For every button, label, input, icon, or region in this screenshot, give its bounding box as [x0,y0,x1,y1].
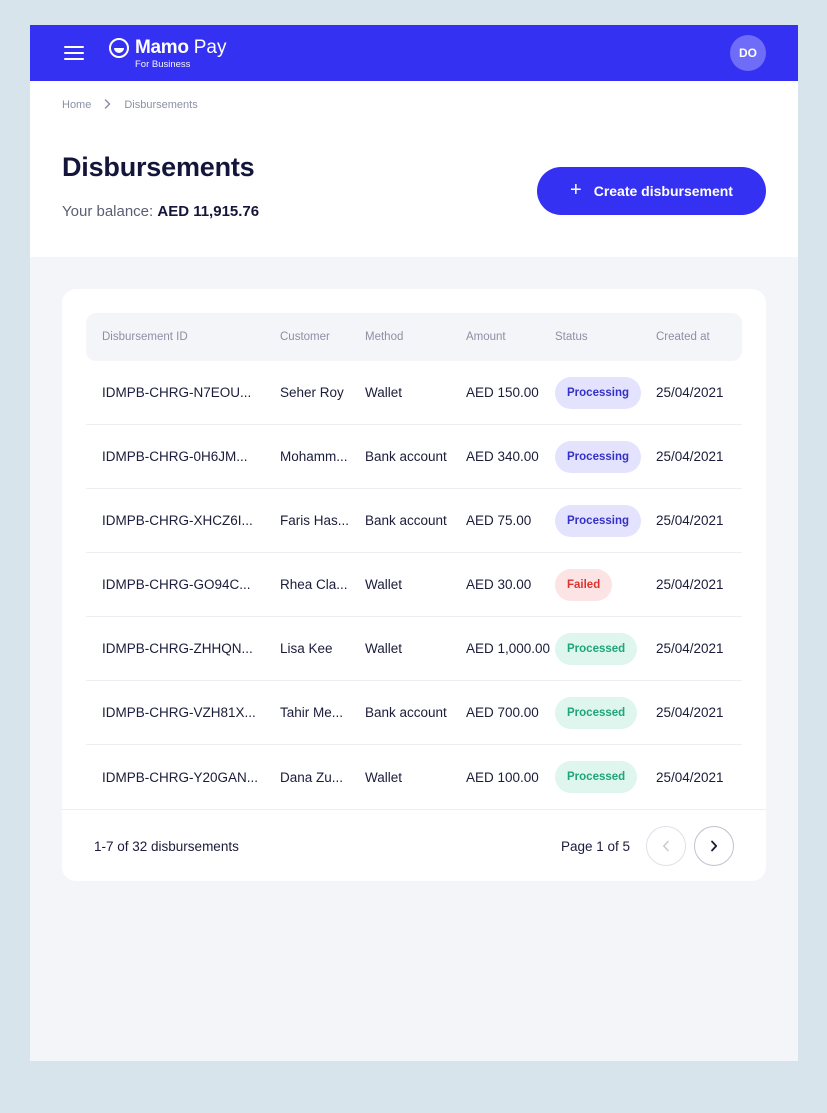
chevron-right-icon [104,97,111,112]
disbursement-id: IDMPB-CHRG-XHCZ6I... [102,513,253,528]
created-date: 25/04/2021 [656,449,724,464]
disbursement-id: IDMPB-CHRG-ZHHQN... [102,641,253,656]
payment-method: Wallet [365,641,403,656]
table-row[interactable]: IDMPB-CHRG-GO94C... Rhea Cla... Wallet A… [86,553,742,617]
chevron-left-icon [663,840,669,852]
created-date: 25/04/2021 [656,705,724,720]
brand-subtitle: For Business [135,59,191,70]
disbursement-id: IDMPB-CHRG-VZH81X... [102,705,256,720]
menu-icon[interactable] [64,45,84,61]
payment-method: Wallet [365,385,403,400]
table-row[interactable]: IDMPB-CHRG-ZHHQN... Lisa Kee Wallet AED … [86,617,742,681]
customer-name: Dana Zu... [280,769,344,785]
user-avatar[interactable]: DO [730,35,766,71]
previous-page-button[interactable] [646,826,686,866]
plus-icon: + [570,179,582,201]
table-row[interactable]: IDMPB-CHRG-Y20GAN... Dana Zu... Wallet A… [86,745,742,809]
amount: AED 700.00 [466,705,539,720]
customer-name: Seher Roy [280,385,344,400]
disbursement-id: IDMPB-CHRG-Y20GAN... [102,769,259,785]
column-header-customer[interactable]: Customer [280,313,355,361]
balance-line: Your balance: AED 11,915.76 [62,203,259,220]
balance-value: AED 11,915.76 [157,203,260,220]
column-header-id[interactable]: Disbursement ID [102,313,272,361]
amount: AED 30.00 [466,577,532,592]
payment-method: Wallet [365,577,403,592]
amount: AED 150.00 [466,385,539,400]
amount: AED 1,000.00 [466,641,551,656]
mamo-logo-icon [109,38,129,58]
disbursement-id: IDMPB-CHRG-N7EOU... [102,385,252,400]
payment-method: Bank account [365,705,447,720]
customer-name: Faris Has... [280,513,350,528]
status-badge: Processed [555,761,638,793]
created-date: 25/04/2021 [656,577,724,592]
payment-method: Bank account [365,513,447,528]
brand-name: Mamo [135,37,189,58]
amount: AED 340.00 [466,449,539,464]
column-header-amount[interactable]: Amount [466,313,554,361]
top-bar: Mamo Pay For Business DO [30,25,798,81]
balance-label: Your balance: [62,203,154,220]
status-badge: Processing [555,376,641,409]
table-row[interactable]: IDMPB-CHRG-XHCZ6I... Faris Has... Bank a… [86,489,742,553]
payment-method: Bank account [365,449,447,464]
column-header-created[interactable]: Created at [656,313,742,361]
next-page-button[interactable] [694,826,734,866]
create-disbursement-label: Create disbursement [593,183,733,199]
column-header-status[interactable]: Status [555,313,650,361]
table-header: Disbursement ID Customer Method Amount S… [86,313,742,361]
table-row[interactable]: IDMPB-CHRG-VZH81X... Tahir Me... Bank ac… [86,681,742,745]
page-indicator: Page 1 of 5 [560,839,630,854]
breadcrumb-home[interactable]: Home [62,99,91,111]
created-date: 25/04/2021 [656,513,724,528]
created-date: 25/04/2021 [656,769,724,785]
created-date: 25/04/2021 [656,385,724,400]
disbursements-table-card: Disbursement ID Customer Method Amount S… [62,289,766,881]
customer-name: Lisa Kee [280,641,333,656]
amount: AED 100.00 [466,769,539,785]
brand-name-suffix: Pay [193,37,227,58]
table-body: IDMPB-CHRG-N7EOU... Seher Roy Wallet AED… [86,361,742,809]
page-title: Disbursements [62,152,255,182]
payment-method: Wallet [365,769,403,785]
status-badge: Processing [555,440,641,473]
brand-logo[interactable]: Mamo Pay For Business [109,37,226,70]
customer-name: Rhea Cla... [280,577,348,592]
customer-name: Mohamm... [280,449,348,464]
page-header: Home Disbursements Disbursements Your ba… [30,81,798,257]
disbursement-id: IDMPB-CHRG-GO94C... [102,577,251,592]
status-badge: Failed [555,568,613,601]
breadcrumb-current[interactable]: Disbursements [124,99,197,111]
table-row[interactable]: IDMPB-CHRG-0H6JM... Mohamm... Bank accou… [86,425,742,489]
results-count: 1-7 of 32 disbursements [94,839,239,854]
status-badge: Processed [555,632,638,665]
amount: AED 75.00 [466,513,532,528]
created-date: 25/04/2021 [656,641,724,656]
disbursement-id: IDMPB-CHRG-0H6JM... [102,449,248,464]
app-frame: Mamo Pay For Business DO Home Disburseme… [30,25,798,1061]
chevron-right-icon [711,840,718,852]
status-badge: Processing [555,504,641,537]
breadcrumb: Home Disbursements [62,97,198,112]
column-header-method[interactable]: Method [365,313,460,361]
table-row[interactable]: IDMPB-CHRG-N7EOU... Seher Roy Wallet AED… [86,361,742,425]
status-badge: Processed [555,696,638,729]
customer-name: Tahir Me... [280,705,344,720]
create-disbursement-button[interactable]: + Create disbursement [537,167,766,215]
table-footer: 1-7 of 32 disbursements Page 1 of 5 [62,809,766,881]
